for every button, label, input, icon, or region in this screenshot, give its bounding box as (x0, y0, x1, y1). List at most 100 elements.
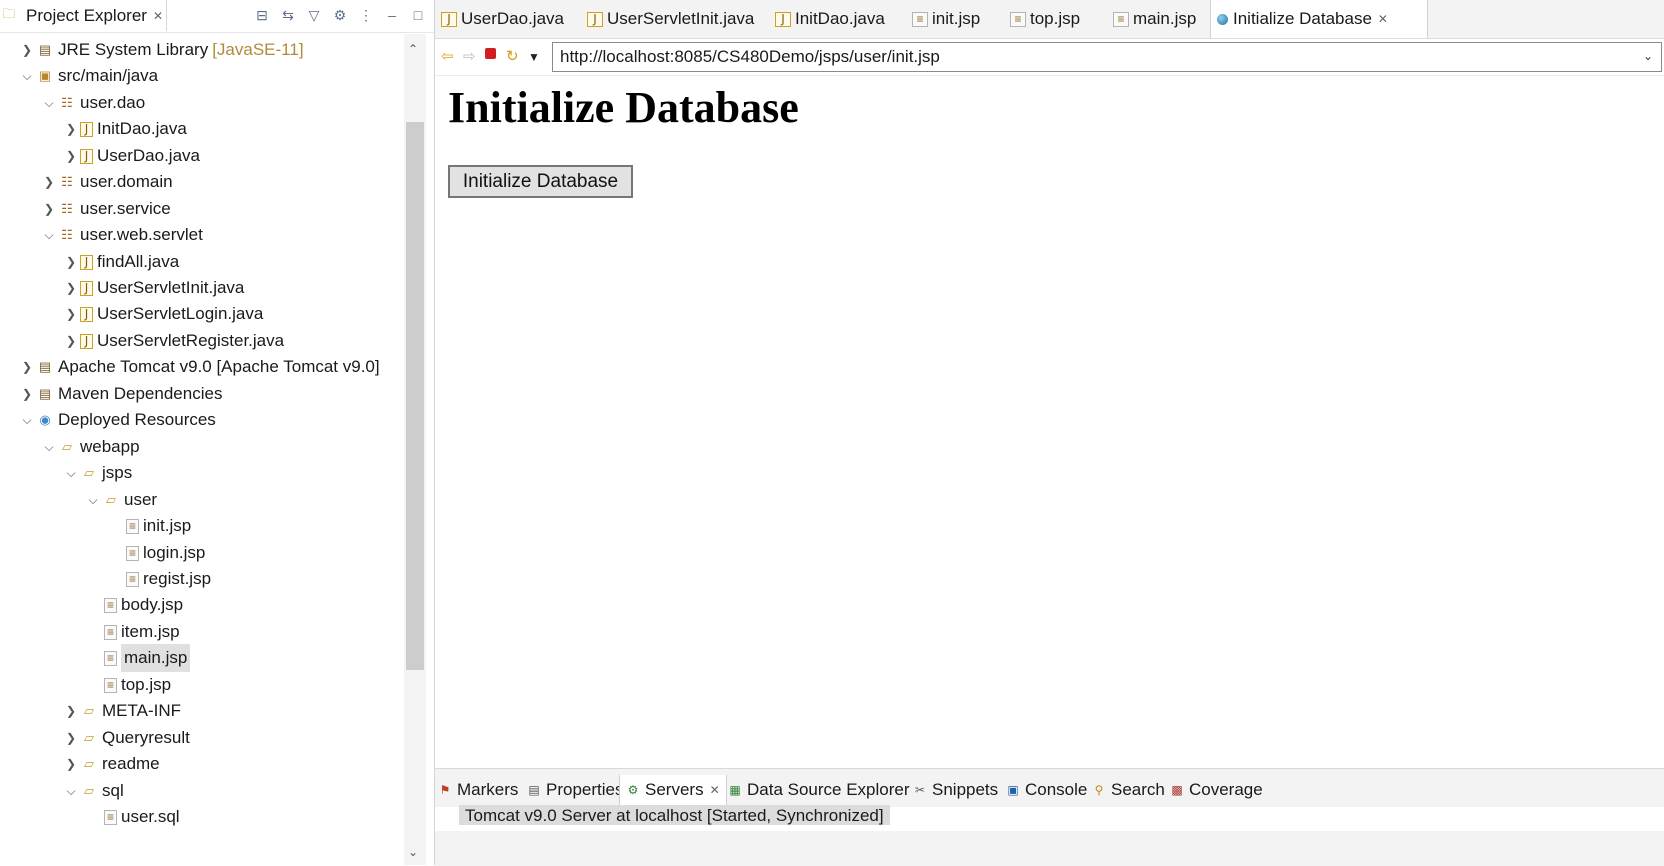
editor-tab[interactable]: ≡ init.jsp (906, 0, 980, 38)
scroll-down-icon[interactable]: ⌄ (408, 845, 418, 859)
expand-chevron-icon[interactable]: ❯ (62, 697, 80, 725)
close-icon[interactable]: ✕ (153, 9, 163, 23)
view-menu-icon[interactable]: ⋮ (358, 6, 374, 24)
tree-item[interactable]: ❯ ☷ user.service (40, 195, 171, 223)
editor-tab[interactable]: ≡ top.jsp (1004, 0, 1080, 38)
tree-item[interactable]: ❯ ▤ Apache Tomcat v9.0 [Apache Tomcat v9… (18, 353, 380, 381)
collapse-chevron-icon[interactable]: ⌵ (62, 459, 80, 487)
expand-chevron-icon[interactable]: ❯ (62, 115, 80, 143)
expand-chevron-icon[interactable]: ❯ (62, 300, 80, 328)
data-source-icon: ▦ (729, 783, 741, 797)
tree-item[interactable]: ⌵ ◉ Deployed Resources (18, 406, 216, 434)
url-input[interactable]: http://localhost:8085/CS480Demo/jsps/use… (552, 42, 1662, 72)
tab-properties[interactable]: ▤ Properties (527, 775, 623, 805)
scrollbar-thumb[interactable] (406, 122, 424, 670)
tree-item[interactable]: ≡ item.jsp (104, 618, 180, 646)
chevron-down-icon[interactable]: ⌄ (1643, 49, 1653, 63)
tree-item[interactable]: ⌵ ▱ user (84, 486, 157, 514)
tree-item[interactable]: ≡ top.jsp (104, 671, 171, 699)
expand-chevron-icon[interactable]: ❯ (62, 248, 80, 276)
tree-item[interactable]: ❯ J UserServletLogin.java (62, 300, 263, 328)
initialize-database-button[interactable]: Initialize Database (448, 165, 633, 198)
tab-search[interactable]: ⚲ Search (1092, 775, 1165, 805)
tab-data-source-explorer[interactable]: ▦ Data Source Explorer (728, 775, 910, 805)
expand-chevron-icon[interactable]: ❯ (62, 750, 80, 778)
tree-item[interactable]: ❯ ☷ user.domain (40, 168, 173, 196)
collapse-chevron-icon[interactable]: ⌵ (18, 406, 36, 434)
tree-item[interactable]: ≡ body.jsp (104, 591, 183, 619)
tree-item-label: Deployed Resources (58, 410, 216, 429)
collapse-chevron-icon[interactable]: ⌵ (40, 221, 58, 249)
tree-item[interactable]: ≡ login.jsp (126, 539, 205, 567)
tree-item[interactable]: ❯ J UserDao.java (62, 142, 200, 170)
editor-tab[interactable]: ≡ main.jsp (1107, 0, 1196, 38)
tree-item-label: webapp (80, 437, 140, 456)
tab-console[interactable]: ▣ Console (1006, 775, 1087, 805)
forward-arrow-icon[interactable]: ⇨ (463, 47, 476, 65)
tree-item[interactable]: ≡ init.jsp (126, 512, 191, 540)
expand-chevron-icon[interactable]: ❯ (18, 40, 36, 64)
tree-item[interactable]: ⌵ ▱ webapp (40, 433, 140, 461)
tree-item[interactable]: ❯ J InitDao.java (62, 115, 187, 143)
maximize-icon[interactable]: □ (410, 6, 426, 24)
filter-icon[interactable]: ▽ (306, 6, 322, 24)
editor-tab[interactable]: J InitDao.java (769, 0, 885, 38)
expand-chevron-icon[interactable]: ❯ (62, 274, 80, 302)
project-explorer-icon: 🗀 (2, 5, 16, 21)
coverage-icon: ▩ (1171, 783, 1183, 797)
scroll-up-icon[interactable]: ⌃ (408, 42, 418, 56)
properties-icon: ▤ (528, 783, 540, 797)
minimize-icon[interactable]: – (384, 6, 400, 24)
expand-chevron-icon[interactable]: ❯ (40, 195, 58, 223)
expand-chevron-icon[interactable]: ❯ (40, 168, 58, 196)
tree-item[interactable]: ⌵ ▱ sql (62, 777, 123, 805)
editor-tab[interactable]: J UserDao.java (435, 0, 564, 38)
refresh-icon[interactable]: ↻ (506, 47, 519, 65)
editor-tab[interactable]: J UserServletInit.java (581, 0, 754, 38)
tree-item[interactable]: ❯ J findAll.java (62, 248, 179, 276)
tree-item[interactable]: ⌵ ▱ jsps (62, 459, 132, 487)
close-icon[interactable]: ✕ (1378, 12, 1388, 26)
server-entry[interactable]: Tomcat v9.0 Server at localhost [Started… (459, 805, 890, 825)
collapse-chevron-icon[interactable]: ⌵ (84, 486, 102, 514)
focus-icon[interactable]: ⚙ (332, 6, 348, 24)
dropdown-arrow-icon[interactable]: ▼ (528, 50, 540, 64)
collapse-chevron-icon[interactable]: ⌵ (62, 777, 80, 805)
tree-item[interactable]: ❯ ▱ readme (62, 750, 160, 778)
tab-coverage[interactable]: ▩ Coverage (1170, 775, 1262, 805)
expand-chevron-icon[interactable]: ❯ (18, 353, 36, 381)
tree-item[interactable]: ❯ ▱ META-INF (62, 697, 181, 725)
stop-icon[interactable] (485, 48, 496, 59)
close-icon[interactable]: ✕ (710, 783, 720, 797)
project-explorer-tab[interactable]: 🗀 Project Explorer ✕ (0, 0, 167, 31)
tree-item[interactable]: ❯ J UserServletRegister.java (62, 327, 284, 355)
tab-servers[interactable]: ⚙ Servers ✕ (619, 775, 727, 805)
collapse-chevron-icon[interactable]: ⌵ (18, 62, 36, 90)
expand-chevron-icon[interactable]: ❯ (62, 327, 80, 355)
tree-item[interactable]: ≡ user.sql (104, 803, 180, 831)
tree-scrollbar[interactable]: ⌃ ⌄ (404, 34, 426, 865)
tree-item[interactable]: ❯ ▱ Queryresult (62, 724, 190, 752)
tree-item-selected[interactable]: ≡ main.jsp (104, 644, 191, 672)
expand-chevron-icon[interactable]: ❯ (62, 142, 80, 170)
editor-tab-active[interactable]: Initialize Database ✕ (1210, 0, 1428, 38)
tree-item-label: Maven Dependencies (58, 384, 223, 403)
tree-item[interactable]: ≡ regist.jsp (126, 565, 211, 593)
expand-chevron-icon[interactable]: ❯ (18, 380, 36, 408)
tab-snippets[interactable]: ✂ Snippets (913, 775, 998, 805)
back-arrow-icon[interactable]: ⇦ (441, 47, 454, 65)
bottom-tab-label: Data Source Explorer (747, 780, 910, 799)
tree-item[interactable]: ❯ J UserServletInit.java (62, 274, 244, 302)
tree-item[interactable]: ⌵ ▣ src/main/java (18, 62, 158, 90)
collapse-all-icon[interactable]: ⊟ (254, 6, 270, 24)
tab-markers[interactable]: ⚑ Markers (438, 775, 519, 805)
globe-icon (1217, 13, 1228, 25)
collapse-chevron-icon[interactable]: ⌵ (40, 433, 58, 461)
collapse-chevron-icon[interactable]: ⌵ (40, 89, 58, 117)
link-with-editor-icon[interactable]: ⇆ (280, 6, 296, 24)
tree-item[interactable]: ❯ ▤ JRE System Library [JavaSE-11] (18, 40, 304, 64)
tree-item[interactable]: ⌵ ☷ user.dao (40, 89, 145, 117)
tree-item[interactable]: ⌵ ☷ user.web.servlet (40, 221, 202, 249)
expand-chevron-icon[interactable]: ❯ (62, 724, 80, 752)
tree-item[interactable]: ❯ ▤ Maven Dependencies (18, 380, 222, 408)
